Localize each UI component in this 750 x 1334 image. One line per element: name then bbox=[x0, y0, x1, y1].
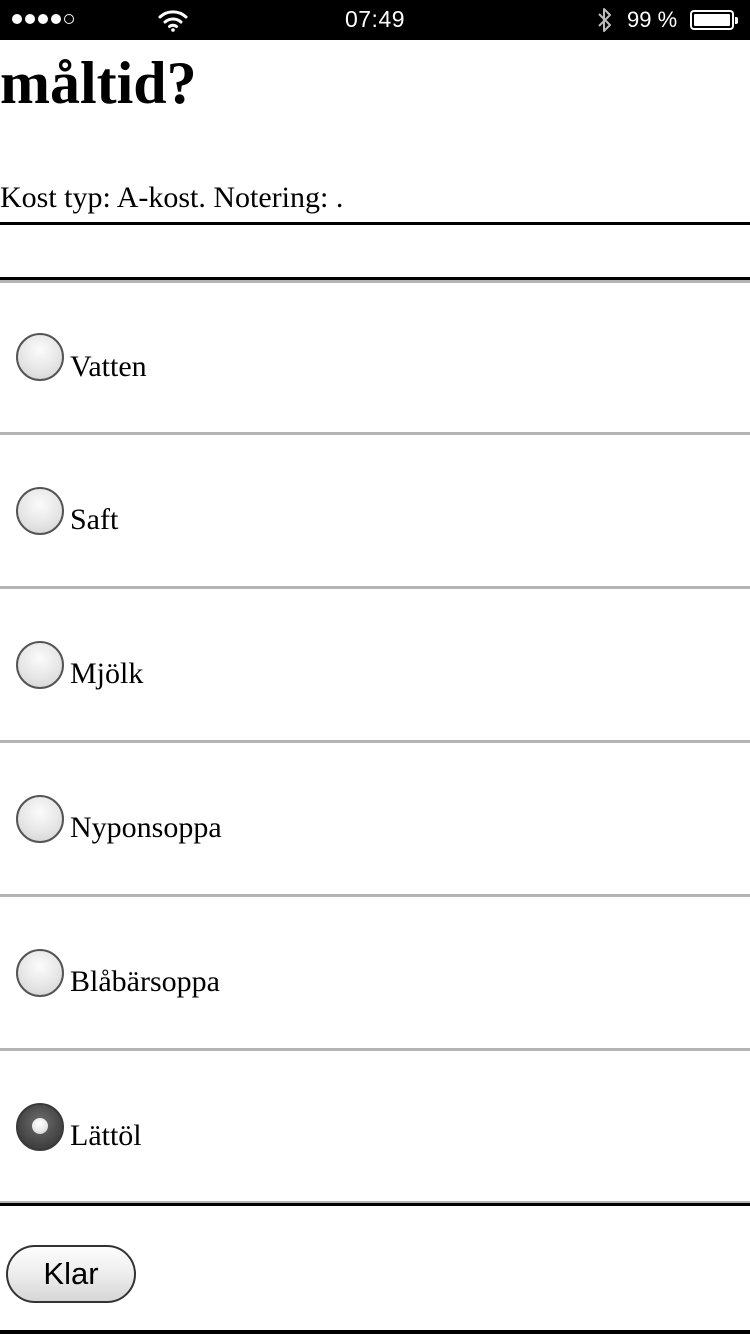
radio-button[interactable] bbox=[16, 641, 64, 689]
option-label: Lättöl bbox=[70, 1119, 142, 1152]
option-label: Vatten bbox=[70, 350, 147, 383]
option-mjolk[interactable]: Mjölk bbox=[0, 589, 750, 739]
option-label: Saft bbox=[70, 503, 119, 536]
status-bar: 07:49 99 % bbox=[0, 0, 750, 40]
header-rule bbox=[0, 222, 750, 225]
bluetooth-icon bbox=[598, 8, 611, 32]
radio-button-selected[interactable] bbox=[16, 1103, 64, 1151]
option-label: Nyponsoppa bbox=[70, 811, 222, 844]
title-area: Vattenmen ...: Vad önskas till måltid? bbox=[0, 40, 750, 140]
option-vatten[interactable]: Vatten bbox=[0, 283, 750, 433]
page-title: Vattenmen ...: Vad önskas till måltid? bbox=[0, 40, 746, 116]
option-saft[interactable]: Saft bbox=[0, 435, 750, 585]
footer-rule bbox=[0, 1330, 750, 1334]
done-button[interactable]: Klar bbox=[6, 1245, 136, 1303]
option-label: Mjölk bbox=[70, 657, 144, 690]
battery-icon bbox=[690, 10, 738, 30]
diet-note: Kost typ: A-kost. Notering: . bbox=[0, 181, 344, 214]
option-nyponsoppa[interactable]: Nyponsoppa bbox=[0, 743, 750, 893]
radio-button[interactable] bbox=[16, 795, 64, 843]
radio-button[interactable] bbox=[16, 487, 64, 535]
option-label: Blåbärsoppa bbox=[70, 965, 220, 998]
radio-button[interactable] bbox=[16, 333, 64, 381]
list-bottom-rule bbox=[0, 1203, 750, 1206]
battery-percent: 99 % bbox=[627, 7, 678, 32]
battery-level bbox=[694, 14, 730, 26]
radio-button[interactable] bbox=[16, 949, 64, 997]
battery-nub bbox=[735, 17, 738, 24]
option-lattol[interactable]: Lättöl bbox=[0, 1051, 750, 1201]
option-blabarsoppa[interactable]: Blåbärsoppa bbox=[0, 897, 750, 1047]
